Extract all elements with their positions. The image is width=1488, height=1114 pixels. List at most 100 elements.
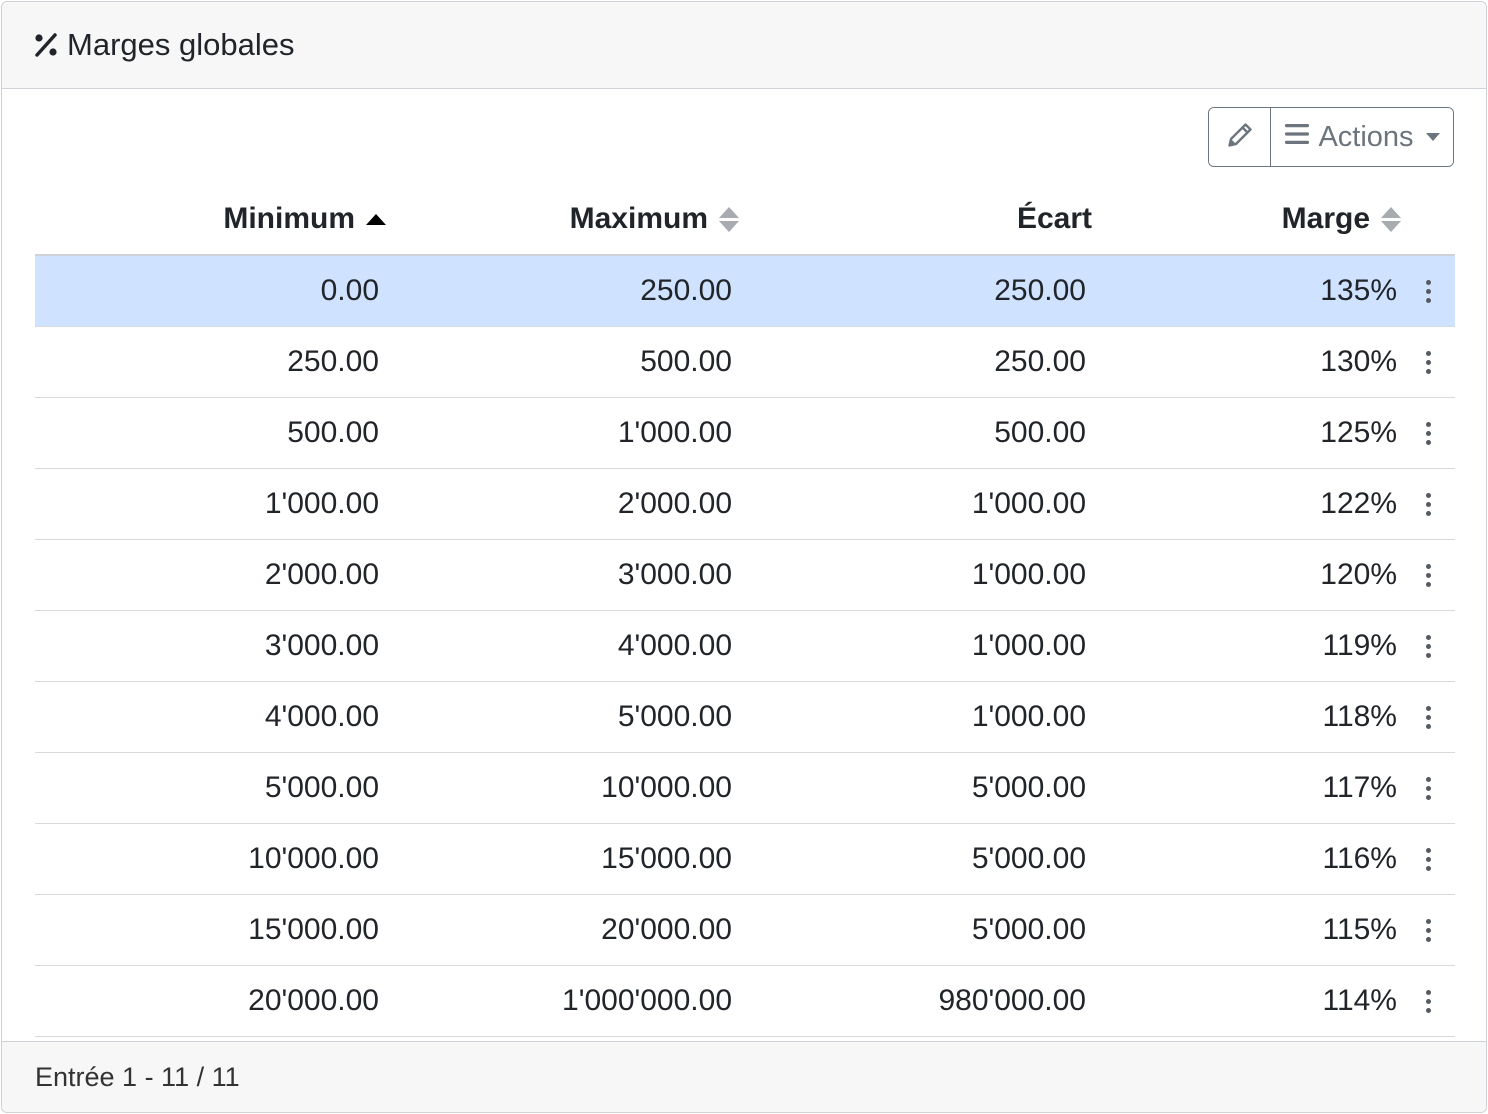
table-row[interactable]: 15'000.00 20'000.00 5'000.00 115%: [35, 894, 1455, 966]
pencil-icon: [1226, 121, 1254, 154]
column-header-marge[interactable]: Marge: [1092, 184, 1402, 256]
cell-maximum: 1'000.00: [387, 397, 740, 469]
actions-dropdown-button[interactable]: Actions: [1271, 108, 1453, 166]
entries-info: Entrée 1 - 11 / 11: [35, 1061, 240, 1092]
cell-marge-value: 114%: [1322, 984, 1397, 1017]
cell-minimum-value: 4'000.00: [264, 700, 379, 733]
cell-minimum: 500.00: [35, 397, 387, 469]
kebab-menu-icon[interactable]: [1402, 753, 1455, 823]
cell-marge-value: 117%: [1322, 771, 1397, 804]
column-header-minimum[interactable]: Minimum: [35, 184, 387, 256]
page-title: Marges globales: [67, 27, 295, 62]
cell-minimum: 250.00: [35, 326, 387, 398]
cell-maximum-value: 10'000.00: [601, 771, 732, 804]
cell-ecart-value: 250.00: [994, 345, 1086, 378]
column-header-maximum[interactable]: Maximum: [387, 184, 740, 256]
row-menu-cell: [1402, 610, 1455, 682]
cell-ecart-value: 5'000.00: [971, 771, 1086, 804]
cell-ecart-value: 1'000.00: [971, 558, 1086, 591]
column-header-ecart: Écart: [740, 184, 1092, 256]
table-row[interactable]: 20'000.00 1'000'000.00 980'000.00 114%: [35, 965, 1455, 1037]
cell-ecart: 1'000.00: [740, 539, 1092, 611]
kebab-menu-icon[interactable]: [1402, 895, 1455, 965]
cell-maximum: 15'000.00: [387, 823, 740, 895]
cell-ecart-value: 980'000.00: [938, 984, 1086, 1017]
cell-marge: 118%: [1092, 681, 1402, 753]
cell-minimum-value: 5'000.00: [264, 771, 379, 804]
column-label: Marge: [1281, 202, 1370, 235]
cell-maximum-value: 1'000.00: [617, 416, 732, 449]
kebab-menu-icon[interactable]: [1402, 540, 1455, 610]
kebab-menu-icon[interactable]: [1402, 611, 1455, 681]
cell-maximum-value: 250.00: [640, 274, 732, 307]
table-row[interactable]: 3'000.00 4'000.00 1'000.00 119%: [35, 610, 1455, 682]
cell-minimum-value: 10'000.00: [248, 842, 379, 875]
row-menu-cell: [1402, 894, 1455, 966]
table-row[interactable]: 2'000.00 3'000.00 1'000.00 120%: [35, 539, 1455, 611]
cell-minimum: 5'000.00: [35, 752, 387, 824]
table-row[interactable]: 1'000.00 2'000.00 1'000.00 122%: [35, 468, 1455, 540]
cell-minimum: 2'000.00: [35, 539, 387, 611]
cell-minimum: 20'000.00: [35, 965, 387, 1037]
card-header: Marges globales: [2, 2, 1486, 89]
sort-ascending-icon: [365, 213, 387, 225]
row-menu-cell: [1402, 681, 1455, 753]
cell-maximum-value: 1'000'000.00: [562, 984, 732, 1017]
cell-minimum: 15'000.00: [35, 894, 387, 966]
cell-minimum: 0.00: [35, 255, 387, 327]
bars-icon: [1284, 121, 1310, 154]
table-row[interactable]: 10'000.00 15'000.00 5'000.00 116%: [35, 823, 1455, 895]
kebab-menu-icon[interactable]: [1402, 966, 1455, 1036]
cell-ecart-value: 5'000.00: [971, 913, 1086, 946]
cell-ecart: 500.00: [740, 397, 1092, 469]
kebab-menu-icon[interactable]: [1402, 469, 1455, 539]
cell-minimum-value: 500.00: [287, 416, 379, 449]
cell-minimum-value: 3'000.00: [264, 629, 379, 662]
percent-icon: [33, 32, 59, 58]
cell-ecart: 5'000.00: [740, 894, 1092, 966]
cell-minimum: 1'000.00: [35, 468, 387, 540]
row-menu-cell: [1402, 326, 1455, 398]
cell-marge: 120%: [1092, 539, 1402, 611]
column-label: Écart: [1016, 202, 1092, 235]
cell-minimum-value: 0.00: [320, 274, 379, 307]
kebab-menu-icon[interactable]: [1402, 398, 1455, 468]
cell-marge-value: 116%: [1322, 842, 1397, 875]
kebab-menu-icon[interactable]: [1402, 824, 1455, 894]
column-label: Maximum: [569, 202, 708, 235]
kebab-menu-icon[interactable]: [1402, 256, 1455, 326]
column-header-actions: [1402, 184, 1455, 256]
column-label: Minimum: [223, 202, 355, 235]
cell-minimum-value: 15'000.00: [248, 913, 379, 946]
row-menu-cell: [1402, 255, 1455, 327]
kebab-menu-icon[interactable]: [1402, 327, 1455, 397]
cell-marge: 130%: [1092, 326, 1402, 398]
cell-marge: 125%: [1092, 397, 1402, 469]
table-row[interactable]: 0.00 250.00 250.00 135%: [35, 255, 1455, 327]
cell-maximum: 1'000'000.00: [387, 965, 740, 1037]
table-row[interactable]: 250.00 500.00 250.00 130%: [35, 326, 1455, 398]
cell-ecart: 5'000.00: [740, 823, 1092, 895]
cell-marge: 116%: [1092, 823, 1402, 895]
cell-maximum-value: 2'000.00: [617, 487, 732, 520]
cell-marge-value: 130%: [1320, 345, 1397, 378]
table-row[interactable]: 500.00 1'000.00 500.00 125%: [35, 397, 1455, 469]
table-row[interactable]: 5'000.00 10'000.00 5'000.00 117%: [35, 752, 1455, 824]
cell-maximum-value: 500.00: [640, 345, 732, 378]
cell-ecart-value: 1'000.00: [971, 487, 1086, 520]
cell-maximum-value: 3'000.00: [617, 558, 732, 591]
cell-maximum: 10'000.00: [387, 752, 740, 824]
cell-ecart-value: 5'000.00: [971, 842, 1086, 875]
cell-marge-value: 119%: [1322, 629, 1397, 662]
row-menu-cell: [1402, 468, 1455, 540]
row-menu-cell: [1402, 823, 1455, 895]
cell-maximum-value: 4'000.00: [617, 629, 732, 662]
cell-ecart-value: 1'000.00: [971, 700, 1086, 733]
cell-marge-value: 135%: [1320, 274, 1397, 307]
kebab-menu-icon[interactable]: [1402, 682, 1455, 752]
cell-maximum-value: 5'000.00: [617, 700, 732, 733]
cell-minimum: 10'000.00: [35, 823, 387, 895]
cell-maximum: 20'000.00: [387, 894, 740, 966]
table-row[interactable]: 4'000.00 5'000.00 1'000.00 118%: [35, 681, 1455, 753]
edit-button[interactable]: [1209, 108, 1271, 166]
